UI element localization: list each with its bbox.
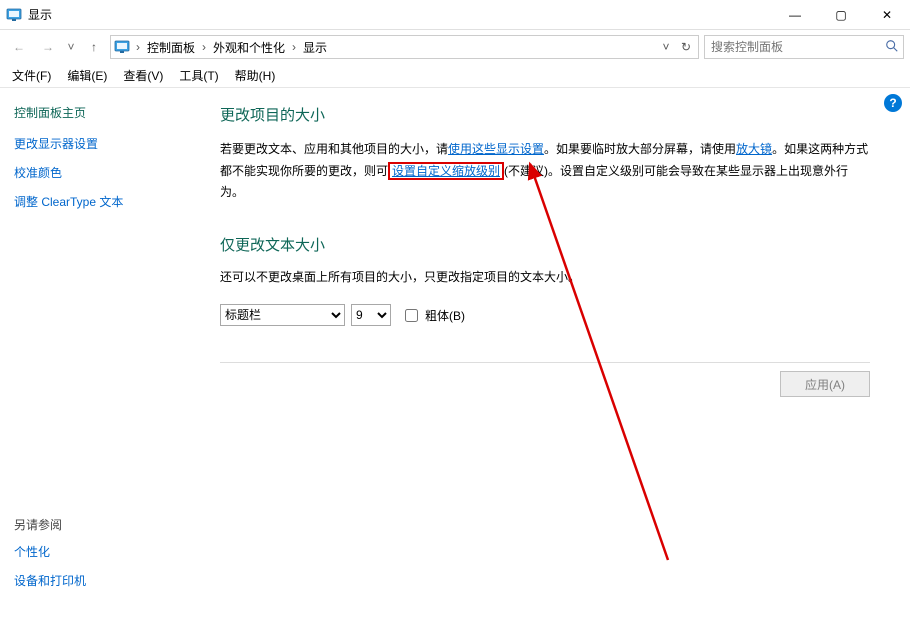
search-icon[interactable]: [885, 39, 899, 56]
text-size-select[interactable]: 9: [351, 304, 391, 326]
chevron-right-icon[interactable]: ›: [289, 40, 299, 54]
forward-button[interactable]: →: [35, 34, 61, 60]
breadcrumb-item[interactable]: 控制面板: [143, 39, 199, 56]
recent-dropdown[interactable]: ˅: [64, 34, 78, 60]
divider: [220, 362, 870, 363]
link-use-display-settings[interactable]: 使用这些显示设置: [448, 142, 544, 156]
window-title: 显示: [28, 6, 52, 23]
title-bar: 显示 — ▢ ✕: [0, 0, 910, 30]
side-pane: 控制面板主页 更改显示器设置 校准颜色 调整 ClearType 文本 另请参阅…: [0, 88, 200, 617]
main-pane: 更改项目的大小 若要更改文本、应用和其他项目的大小，请使用这些显示设置。如果要临…: [200, 88, 910, 617]
search-input[interactable]: [709, 39, 885, 55]
menu-edit[interactable]: 编辑(E): [59, 65, 115, 86]
up-button[interactable]: ↑: [81, 34, 107, 60]
p1-text-b: 。如果要临时放大部分屏幕，请使用: [544, 142, 736, 156]
nav-row: ← → ˅ ↑ › 控制面板 › 外观和个性化 › 显示 ˅ ↻: [0, 30, 910, 64]
link-custom-scaling[interactable]: 设置自定义缩放级别: [392, 164, 500, 178]
paragraph-2: 还可以不更改桌面上所有项目的大小，只更改指定项目的文本大小。: [220, 267, 870, 289]
annotation-highlight-box: 设置自定义缩放级别: [388, 162, 504, 180]
see-also-label: 另请参阅: [14, 496, 186, 533]
bold-label: 粗体(B): [425, 307, 465, 324]
text-item-select[interactable]: 标题栏: [220, 304, 345, 326]
body-area: 控制面板主页 更改显示器设置 校准颜色 调整 ClearType 文本 另请参阅…: [0, 88, 910, 617]
address-bar[interactable]: › 控制面板 › 外观和个性化 › 显示 ˅ ↻: [110, 35, 699, 59]
minimize-button[interactable]: —: [772, 0, 818, 30]
menu-file[interactable]: 文件(F): [4, 65, 59, 86]
heading-change-text-size-only: 仅更改文本大小: [220, 234, 870, 255]
menu-help[interactable]: 帮助(H): [227, 65, 284, 86]
chevron-right-icon[interactable]: ›: [199, 40, 209, 54]
control-panel-home-link[interactable]: 控制面板主页: [14, 104, 186, 121]
apply-button[interactable]: 应用(A): [780, 371, 870, 397]
help-icon[interactable]: ?: [884, 94, 902, 112]
breadcrumb-item[interactable]: 显示: [299, 39, 331, 56]
menu-view[interactable]: 查看(V): [115, 65, 171, 86]
p1-text-a: 若要更改文本、应用和其他项目的大小，请: [220, 142, 448, 156]
close-button[interactable]: ✕: [864, 0, 910, 30]
menu-tools[interactable]: 工具(T): [171, 65, 226, 86]
sidebar-task-cleartype[interactable]: 调整 ClearType 文本: [14, 193, 186, 210]
text-size-controls: 标题栏 9 粗体(B): [220, 304, 870, 326]
sidebar-see-also-devices[interactable]: 设备和打印机: [14, 572, 186, 589]
refresh-button[interactable]: ↻: [676, 36, 696, 58]
bold-checkbox-label[interactable]: 粗体(B): [401, 306, 465, 325]
apply-row: 应用(A): [220, 371, 870, 397]
paragraph-1: 若要更改文本、应用和其他项目的大小，请使用这些显示设置。如果要临时放大部分屏幕，…: [220, 139, 870, 204]
breadcrumb: › 控制面板 › 外观和个性化 › 显示: [133, 39, 656, 56]
app-icon: [6, 7, 22, 23]
back-button[interactable]: ←: [6, 34, 32, 60]
search-box[interactable]: [704, 35, 904, 59]
sidebar-task-change-display[interactable]: 更改显示器设置: [14, 135, 186, 152]
breadcrumb-item[interactable]: 外观和个性化: [209, 39, 289, 56]
address-icon: [113, 38, 131, 56]
bold-checkbox[interactable]: [405, 309, 418, 322]
link-magnifier[interactable]: 放大镜: [736, 142, 772, 156]
window-controls: — ▢ ✕: [772, 0, 910, 30]
maximize-button[interactable]: ▢: [818, 0, 864, 30]
menu-bar: 文件(F) 编辑(E) 查看(V) 工具(T) 帮助(H): [0, 64, 910, 88]
address-dropdown[interactable]: ˅: [656, 36, 676, 58]
sidebar-task-calibrate-color[interactable]: 校准颜色: [14, 164, 186, 181]
chevron-right-icon[interactable]: ›: [133, 40, 143, 54]
sidebar-see-also-personalization[interactable]: 个性化: [14, 543, 186, 560]
heading-change-item-size: 更改项目的大小: [220, 104, 870, 125]
